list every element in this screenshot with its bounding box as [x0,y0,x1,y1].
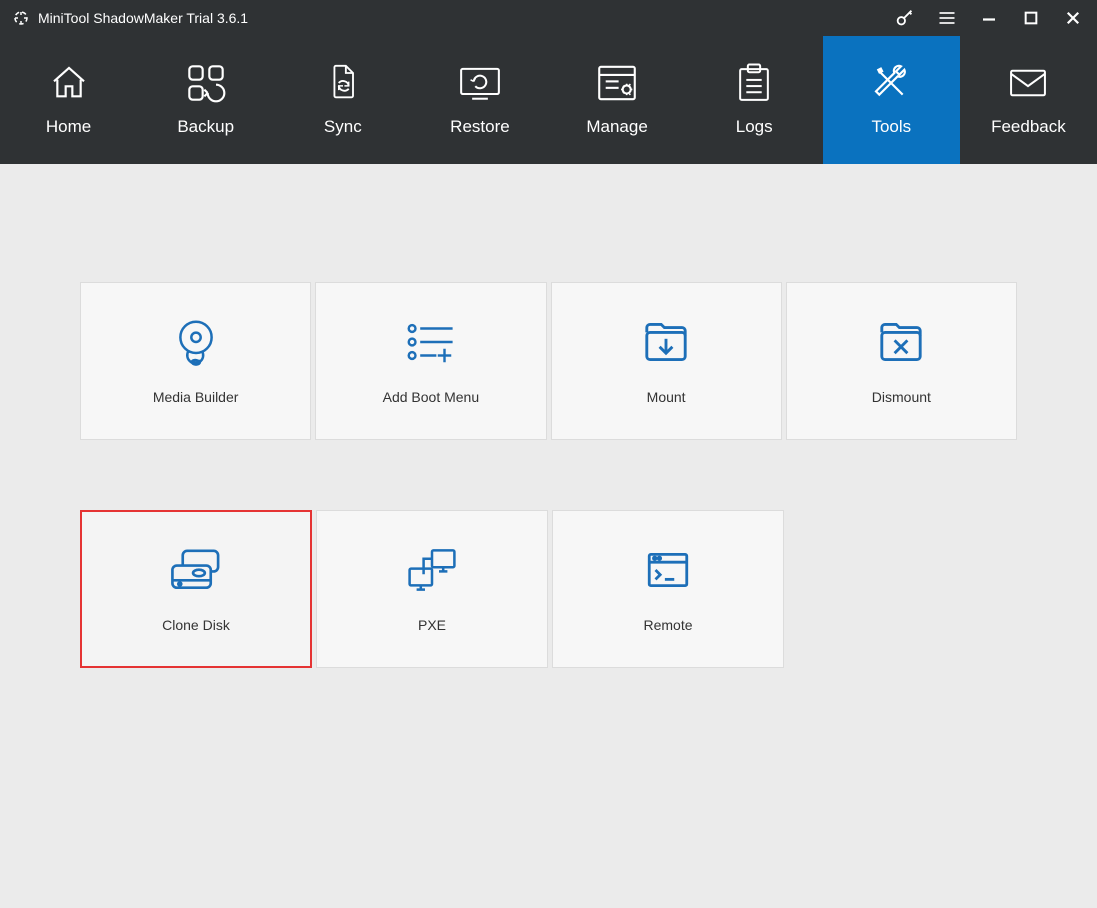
nav-label: Tools [871,117,911,137]
key-icon[interactable] [893,6,917,30]
logs-icon [736,63,772,103]
restore-icon [458,63,502,103]
nav-logs[interactable]: Logs [686,36,823,164]
titlebar: MiniTool ShadowMaker Trial 3.6.1 [0,0,1097,36]
tool-add-boot-menu[interactable]: Add Boot Menu [315,282,546,440]
manage-icon [596,63,638,103]
tool-remote[interactable]: Remote [552,510,784,668]
backup-icon [186,63,226,103]
card-label: Mount [647,389,686,405]
tool-media-builder[interactable]: Media Builder [80,282,311,440]
card-label: Add Boot Menu [383,389,480,405]
menu-icon[interactable] [935,6,959,30]
dismount-icon [877,317,925,367]
mount-icon [642,317,690,367]
window-controls [893,6,1085,30]
tools-row-1: Media Builder Add Boot Menu [80,282,1017,440]
nav-feedback[interactable]: Feedback [960,36,1097,164]
nav-label: Logs [736,117,773,137]
card-label: Remote [643,617,692,633]
nav-label: Backup [177,117,234,137]
nav-label: Restore [450,117,510,137]
app-logo-icon [12,9,30,27]
tool-clone-disk[interactable]: Clone Disk [80,510,312,668]
nav-restore[interactable]: Restore [411,36,548,164]
tools-content: Media Builder Add Boot Menu [0,282,1097,908]
nav-label: Feedback [991,117,1066,137]
remote-icon [643,545,693,595]
card-label: Dismount [872,389,931,405]
tool-mount[interactable]: Mount [551,282,782,440]
nav-backup[interactable]: Backup [137,36,274,164]
minimize-button[interactable] [977,6,1001,30]
nav-manage[interactable]: Manage [549,36,686,164]
close-button[interactable] [1061,6,1085,30]
feedback-icon [1008,63,1048,103]
clone-disk-icon [168,545,224,595]
card-label: Clone Disk [162,617,230,633]
card-label: Media Builder [153,389,239,405]
nav-sync[interactable]: Sync [274,36,411,164]
nav-label: Home [46,117,91,137]
add-boot-menu-icon [404,317,458,367]
home-icon [49,63,89,103]
nav-home[interactable]: Home [0,36,137,164]
tools-icon [870,63,912,103]
media-builder-icon [171,317,221,367]
main-navbar: Home Backup Sync Restor [0,36,1097,164]
pxe-icon [404,545,460,595]
app-title: MiniTool ShadowMaker Trial 3.6.1 [38,10,893,26]
nav-tools[interactable]: Tools [823,36,960,164]
tool-pxe[interactable]: PXE [316,510,548,668]
tools-row-2: Clone Disk PXE Remote [80,510,1017,668]
sync-icon [325,63,361,103]
nav-label: Manage [586,117,647,137]
card-label: PXE [418,617,446,633]
maximize-button[interactable] [1019,6,1043,30]
nav-label: Sync [324,117,362,137]
tool-dismount[interactable]: Dismount [786,282,1017,440]
